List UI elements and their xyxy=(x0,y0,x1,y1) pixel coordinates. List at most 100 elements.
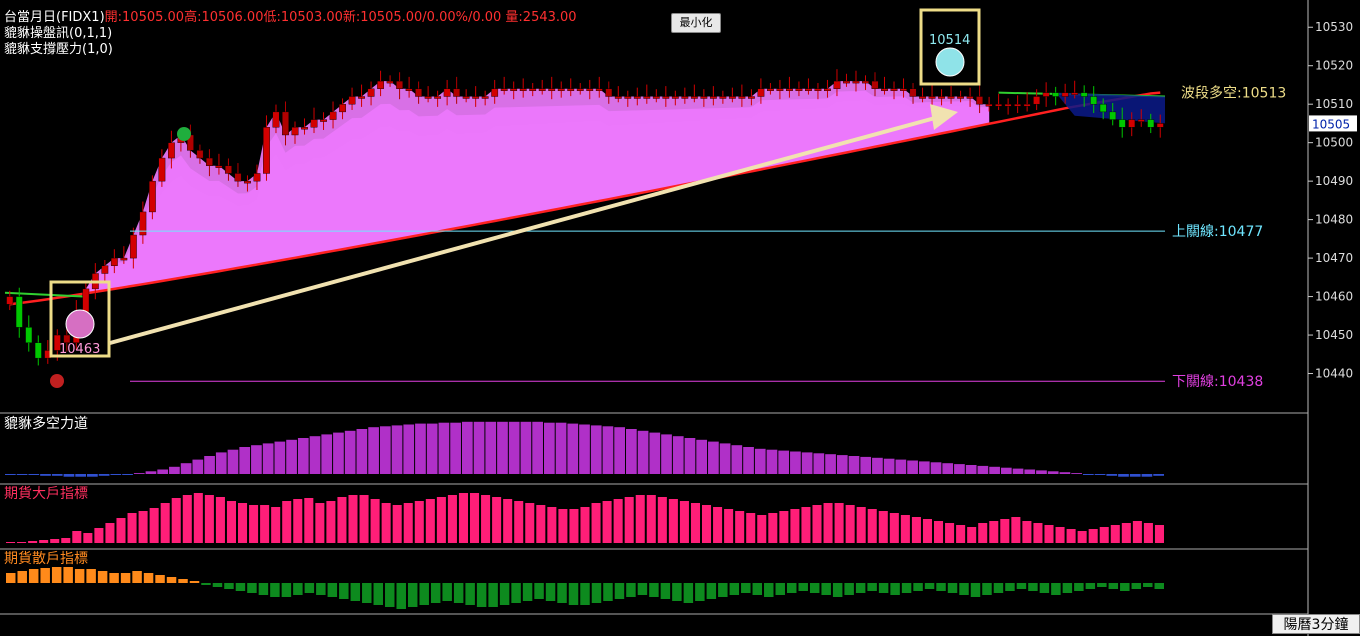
big-player-bar xyxy=(492,497,502,543)
big-player-bar xyxy=(878,511,888,543)
force-bar xyxy=(1059,472,1071,474)
big-player-bar xyxy=(28,541,38,543)
force-bar xyxy=(532,421,543,474)
force-bar xyxy=(63,474,75,477)
candle-body xyxy=(1080,92,1088,97)
level-label: 波段多空:10513 xyxy=(1181,85,1286,102)
retail-bar xyxy=(718,583,728,597)
big-player-bar xyxy=(105,523,115,543)
candle-body xyxy=(719,96,727,99)
big-player-bar xyxy=(1099,527,1109,543)
big-player-bar xyxy=(679,501,689,543)
force-bar xyxy=(1082,474,1094,475)
chart-canvas: 10440 10450 10460 10470 10480 10490 10500 10510… xyxy=(0,0,1357,636)
retail-bar xyxy=(201,583,211,585)
retail-bar xyxy=(614,583,625,599)
candle-body xyxy=(291,127,299,136)
retail-bar xyxy=(993,583,1004,593)
candle-body xyxy=(862,80,869,84)
big-player-bar xyxy=(668,499,678,543)
retail-bar xyxy=(591,583,602,603)
force-bar xyxy=(5,474,16,475)
retail-bar xyxy=(1108,583,1119,589)
big-player-bar xyxy=(348,495,358,543)
candle-body xyxy=(443,88,451,97)
big-player-bar xyxy=(381,503,391,543)
candle-body xyxy=(833,80,841,89)
retail-bar xyxy=(189,581,200,583)
candle-body xyxy=(462,96,470,99)
retail-bar xyxy=(476,583,487,607)
bull-dragon-icon xyxy=(177,127,191,141)
force-bar xyxy=(415,423,426,474)
force-bar xyxy=(602,426,614,474)
retail-bar xyxy=(1016,583,1027,589)
force-bar xyxy=(461,421,473,474)
force-bar xyxy=(297,438,309,474)
force-bar xyxy=(1036,470,1047,474)
force-bar xyxy=(192,459,204,474)
big-player-bar xyxy=(867,509,877,543)
candle-body xyxy=(1156,123,1164,128)
force-bar xyxy=(450,422,461,474)
big-player-bar xyxy=(436,497,446,543)
retail-bar xyxy=(603,583,613,601)
retail-bar xyxy=(28,569,39,583)
candle-body xyxy=(919,96,926,99)
candle-body xyxy=(700,96,708,99)
force-bar xyxy=(403,424,415,474)
candle-body xyxy=(310,119,318,128)
candle-body xyxy=(282,111,289,136)
retail-bar xyxy=(430,583,441,603)
candle-body xyxy=(824,88,831,92)
big-player-bar xyxy=(1011,517,1021,543)
force-bar xyxy=(672,436,684,474)
force-bar xyxy=(426,423,438,474)
big-player-bar xyxy=(812,505,822,543)
retail-bar xyxy=(63,567,73,583)
force-bar xyxy=(989,466,1000,474)
symbol-label: 台當月日(FIDX1) xyxy=(4,10,105,25)
candle-body xyxy=(567,88,575,92)
symbol-title: 台當月日(FIDX1)開:10505.00高:10506.00低:10503.0… xyxy=(4,10,577,26)
big-player-bar xyxy=(6,542,16,543)
retail-bar xyxy=(947,583,958,593)
candle-body xyxy=(301,127,308,130)
marker-orb xyxy=(935,47,965,77)
big-player-bar xyxy=(359,495,369,543)
candle-body xyxy=(786,88,793,92)
y-tick-label: 10490 xyxy=(1315,174,1353,188)
force-bar xyxy=(87,474,98,477)
big-player-bar xyxy=(50,539,60,543)
minimize-button[interactable]: 最小化 xyxy=(671,13,721,33)
force-bar xyxy=(1141,474,1153,477)
big-player-bar xyxy=(657,497,667,543)
retail-bar xyxy=(1131,583,1142,589)
retail-bar xyxy=(683,583,694,603)
force-bar xyxy=(204,456,215,474)
force-bar xyxy=(122,474,133,475)
retail-bar xyxy=(51,567,62,583)
force-bar xyxy=(379,426,391,474)
period-status[interactable]: 陽曆3分鐘 xyxy=(1272,614,1360,634)
force-bar xyxy=(391,425,403,474)
candle-body xyxy=(776,88,784,92)
candle-body xyxy=(1109,111,1117,120)
retail-bar xyxy=(270,583,280,597)
candle-body xyxy=(34,342,42,359)
y-tick-label: 10500 xyxy=(1315,136,1353,150)
retail-bar xyxy=(281,583,292,597)
big-player-bar xyxy=(580,507,590,543)
big-player-bar xyxy=(889,513,899,543)
force-bar xyxy=(438,422,450,474)
retail-bar xyxy=(339,583,349,599)
candle-body xyxy=(966,96,974,99)
force-bar xyxy=(907,460,918,474)
candle-body xyxy=(633,96,641,99)
retail-bar xyxy=(1074,583,1084,591)
candle-body xyxy=(548,88,556,92)
level-label: 上關線:10477 xyxy=(1172,224,1263,240)
candle-body xyxy=(624,96,632,99)
candle-body xyxy=(671,96,679,99)
candle-body xyxy=(595,88,603,92)
